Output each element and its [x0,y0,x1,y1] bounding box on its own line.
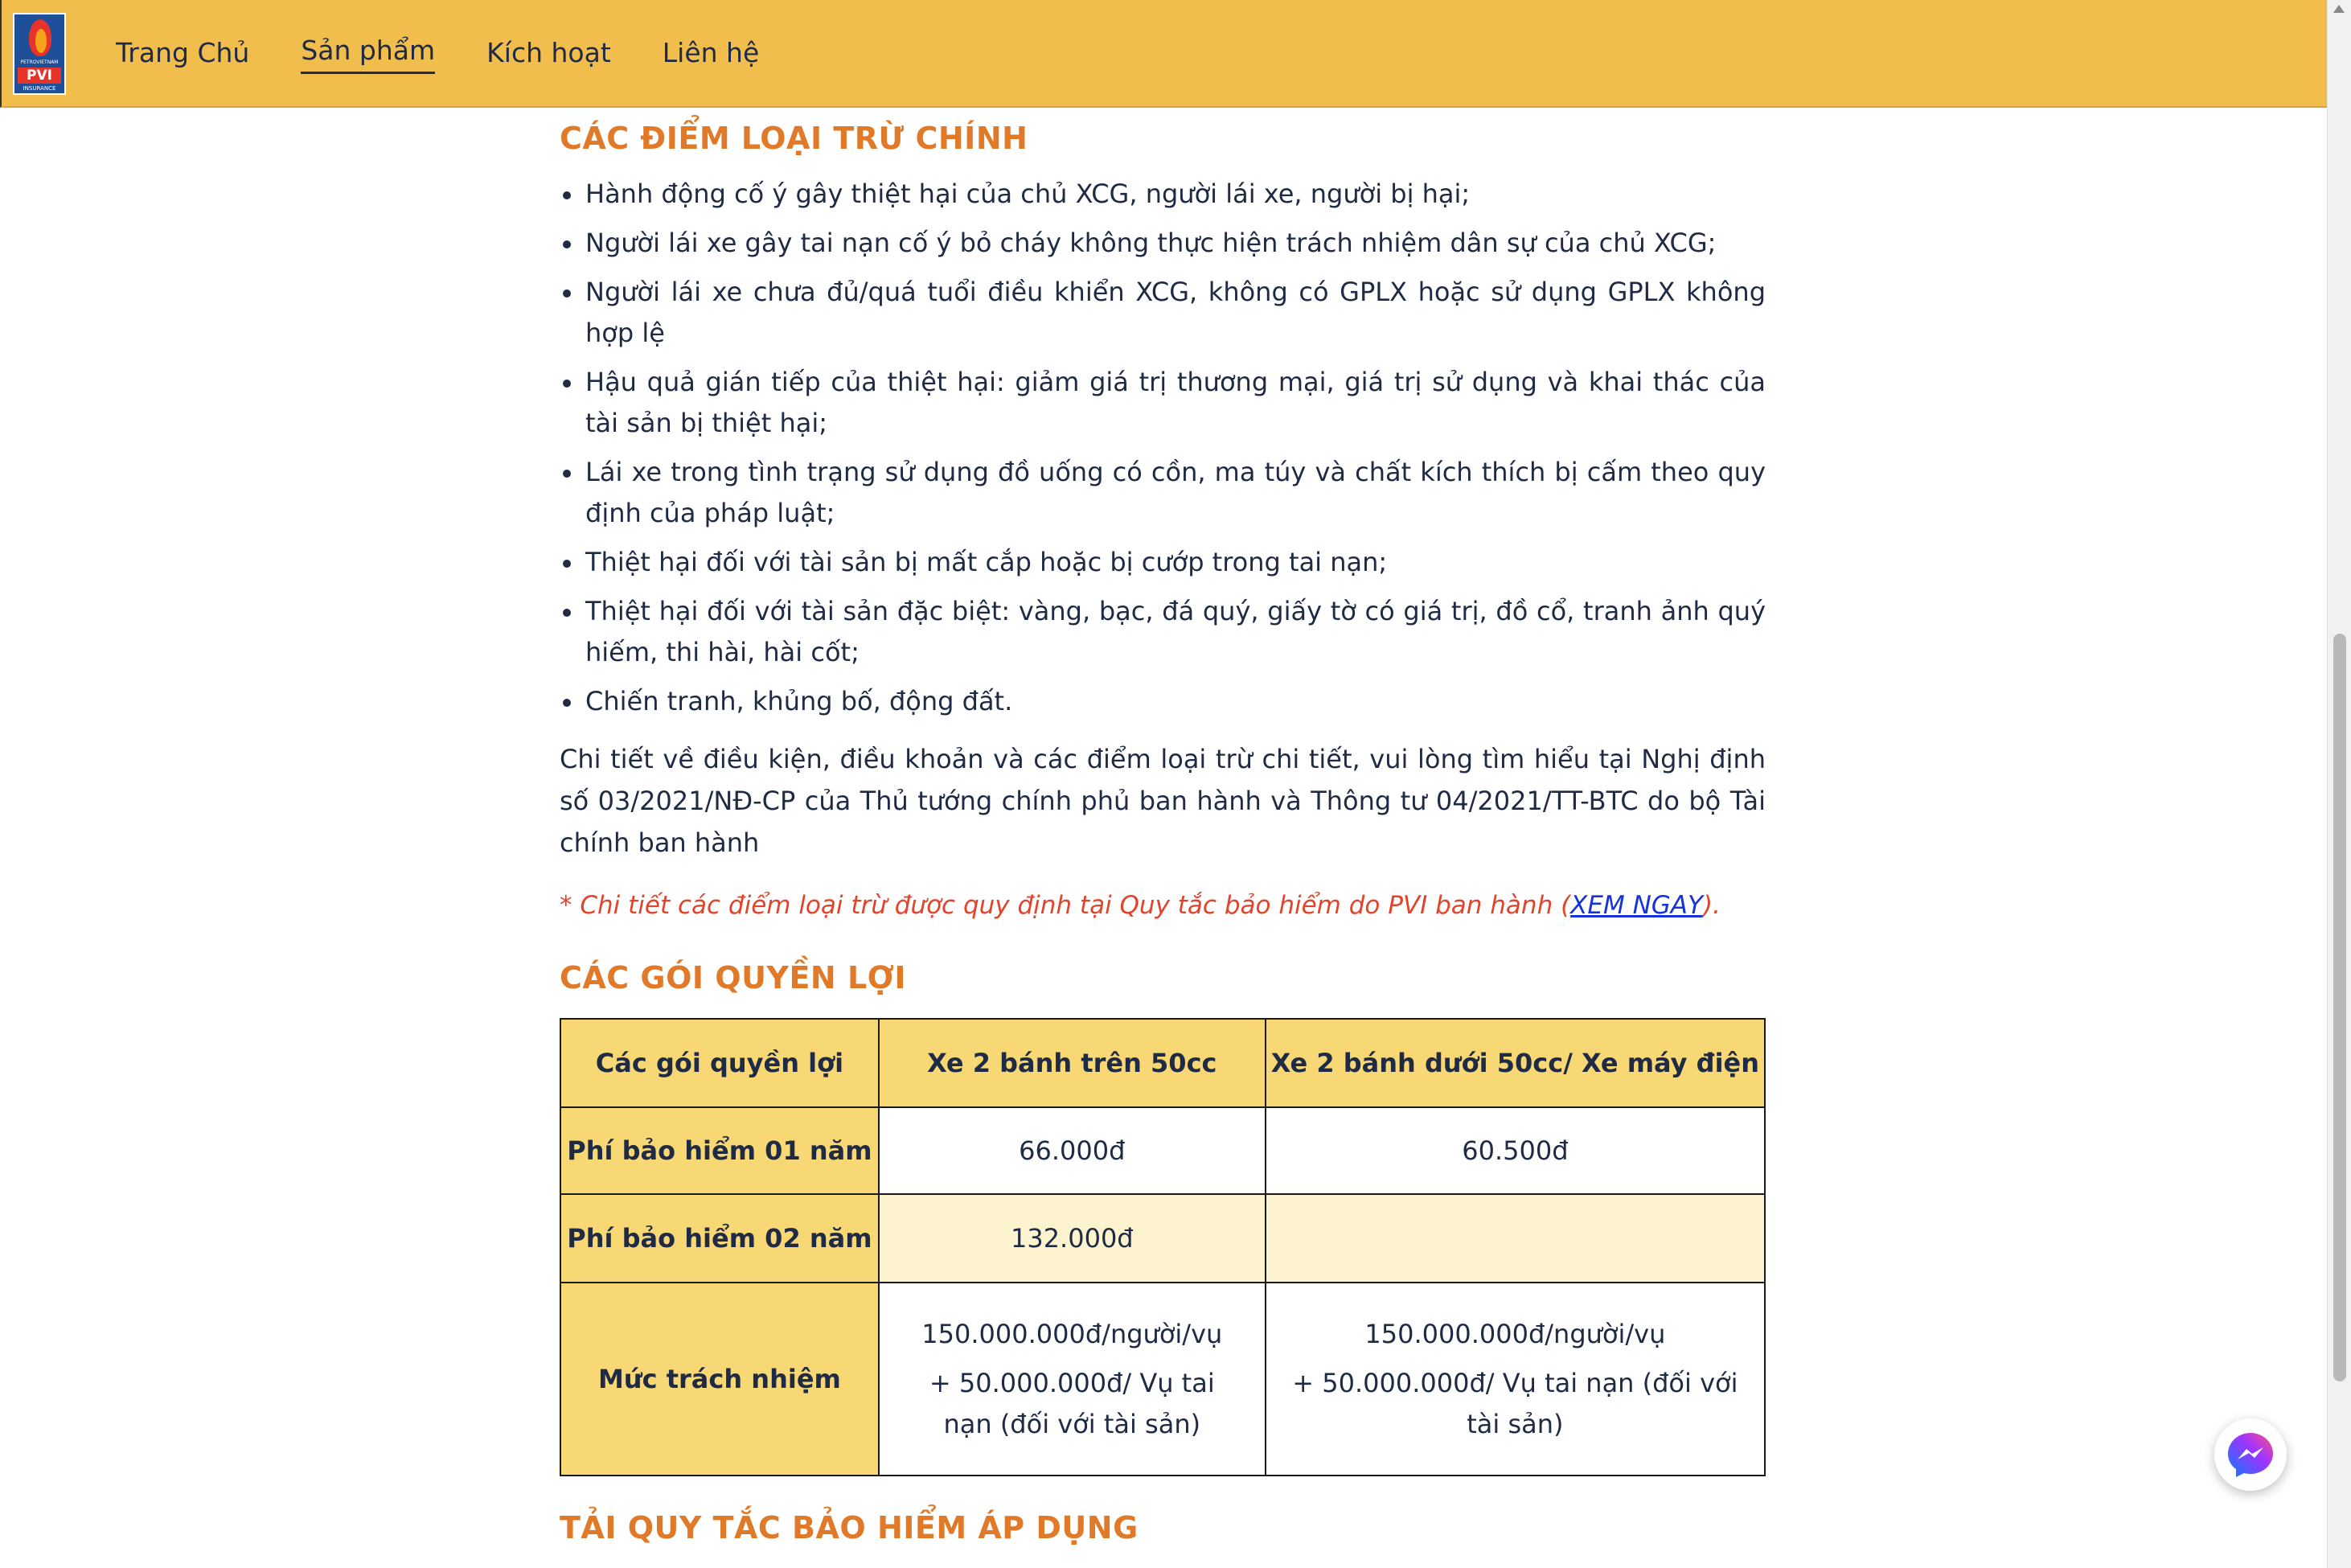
list-item: Hành động cố ý gây thiệt hại của chủ XCG… [560,174,1766,215]
nav-item-contact[interactable]: Liên hệ [663,32,759,74]
main-nav: Trang Chủ Sản phẩm Kích hoạt Liên hệ [116,32,810,74]
list-item: Chiến tranh, khủng bố, động đất. [560,681,1766,722]
liability-person: 150.000.000đ/người/vụ [1364,1318,1666,1349]
list-item: Người lái xe chưa đủ/quá tuổi điều khiển… [560,272,1766,354]
liability-property: + 50.000.000đ/ Vụ tai nạn (đối với tài s… [929,1367,1215,1439]
scroll-up-icon[interactable] [2333,5,2345,13]
list-item: Thiệt hại đối với tài sản đặc biệt: vàng… [560,591,1766,673]
download-rules-title: TẢI QUY TẮC BẢO HIỂM ÁP DỤNG [560,1510,1139,1545]
pvi-logo[interactable]: PETROVIETNAM PVI INSURANCE [13,13,66,95]
table-cell [1264,1193,1766,1283]
benefits-title: CÁC GÓI QUYỀN LỢI [560,960,906,995]
note-suffix: ). [1702,891,1721,920]
logo-insurance-text: INSURANCE [23,85,56,92]
exclusions-detail-text: Chi tiết về điều kiện, điều khoản và các… [560,744,1766,858]
benefits-table: Các gói quyền lợi Xe 2 bánh trên 50cc Xe… [560,1018,1766,1476]
logo-flame-inner [35,29,47,53]
table-row: Phí bảo hiểm 02 năm 132.000đ [560,1193,1766,1283]
view-now-link[interactable]: XEM NGAY [1570,891,1703,920]
table-cell: 66.000đ [877,1106,1266,1195]
exclusions-note: * Chi tiết các điểm loại trừ được quy đị… [560,885,1766,926]
table-row: Mức trách nhiệm 150.000.000đ/người/vụ + … [560,1282,1766,1476]
table-cell: 150.000.000đ/người/vụ + 50.000.000đ/ Vụ … [877,1282,1266,1476]
liability-property: + 50.000.000đ/ Vụ tai nạn (đối với tài s… [1292,1367,1738,1439]
messenger-bubble-icon [2228,1433,2273,1477]
row-label: Phí bảo hiểm 02 năm [560,1193,880,1283]
table-header-cell: Các gói quyền lợi [560,1018,880,1108]
list-item: Người lái xe gây tai nạn cố ý bỏ cháy kh… [560,223,1766,264]
top-navbar: PETROVIETNAM PVI INSURANCE Trang Chủ Sản… [0,0,2351,108]
table-cell: 132.000đ [877,1193,1266,1283]
table-header-cell: Xe 2 bánh dưới 50cc/ Xe máy điện [1264,1018,1766,1108]
list-item: Hậu quả gián tiếp của thiệt hại: giảm gi… [560,362,1766,444]
messenger-icon[interactable] [2214,1418,2287,1491]
logo-pvi-text: PVI [18,68,61,84]
main-content: CÁC ĐIỂM LOẠI TRỪ CHÍNH Hành động cố ý g… [560,121,1766,1545]
row-label: Mức trách nhiệm [560,1282,880,1476]
note-prefix: * Chi tiết các điểm loại trừ được quy đị… [560,891,1571,920]
liability-person: 150.000.000đ/người/vụ [921,1318,1223,1349]
table-cell: 150.000.000đ/người/vụ + 50.000.000đ/ Vụ … [1264,1282,1766,1476]
table-cell: 60.500đ [1264,1106,1766,1195]
logo-brand-text: PETROVIETNAM [20,60,59,65]
list-item: Lái xe trong tình trạng sử dụng đồ uống … [560,452,1766,534]
table-header-row: Các gói quyền lợi Xe 2 bánh trên 50cc Xe… [560,1018,1766,1108]
exclusions-list: Hành động cố ý gây thiệt hại của chủ XCG… [560,174,1766,722]
nav-item-activate[interactable]: Kích hoạt [486,32,611,74]
row-label: Phí bảo hiểm 01 năm [560,1106,880,1195]
page-scrollbar[interactable] [2327,0,2351,1568]
table-header-cell: Xe 2 bánh trên 50cc [877,1018,1266,1108]
scrollbar-thumb[interactable] [2333,634,2346,1381]
exclusions-title: CÁC ĐIỂM LOẠI TRỪ CHÍNH [560,121,1028,156]
nav-item-home[interactable]: Trang Chủ [116,32,249,74]
table-row: Phí bảo hiểm 01 năm 66.000đ 60.500đ [560,1106,1766,1195]
list-item: Thiệt hại đối với tài sản bị mất cắp hoặ… [560,542,1766,583]
nav-item-products[interactable]: Sản phẩm [301,32,436,74]
